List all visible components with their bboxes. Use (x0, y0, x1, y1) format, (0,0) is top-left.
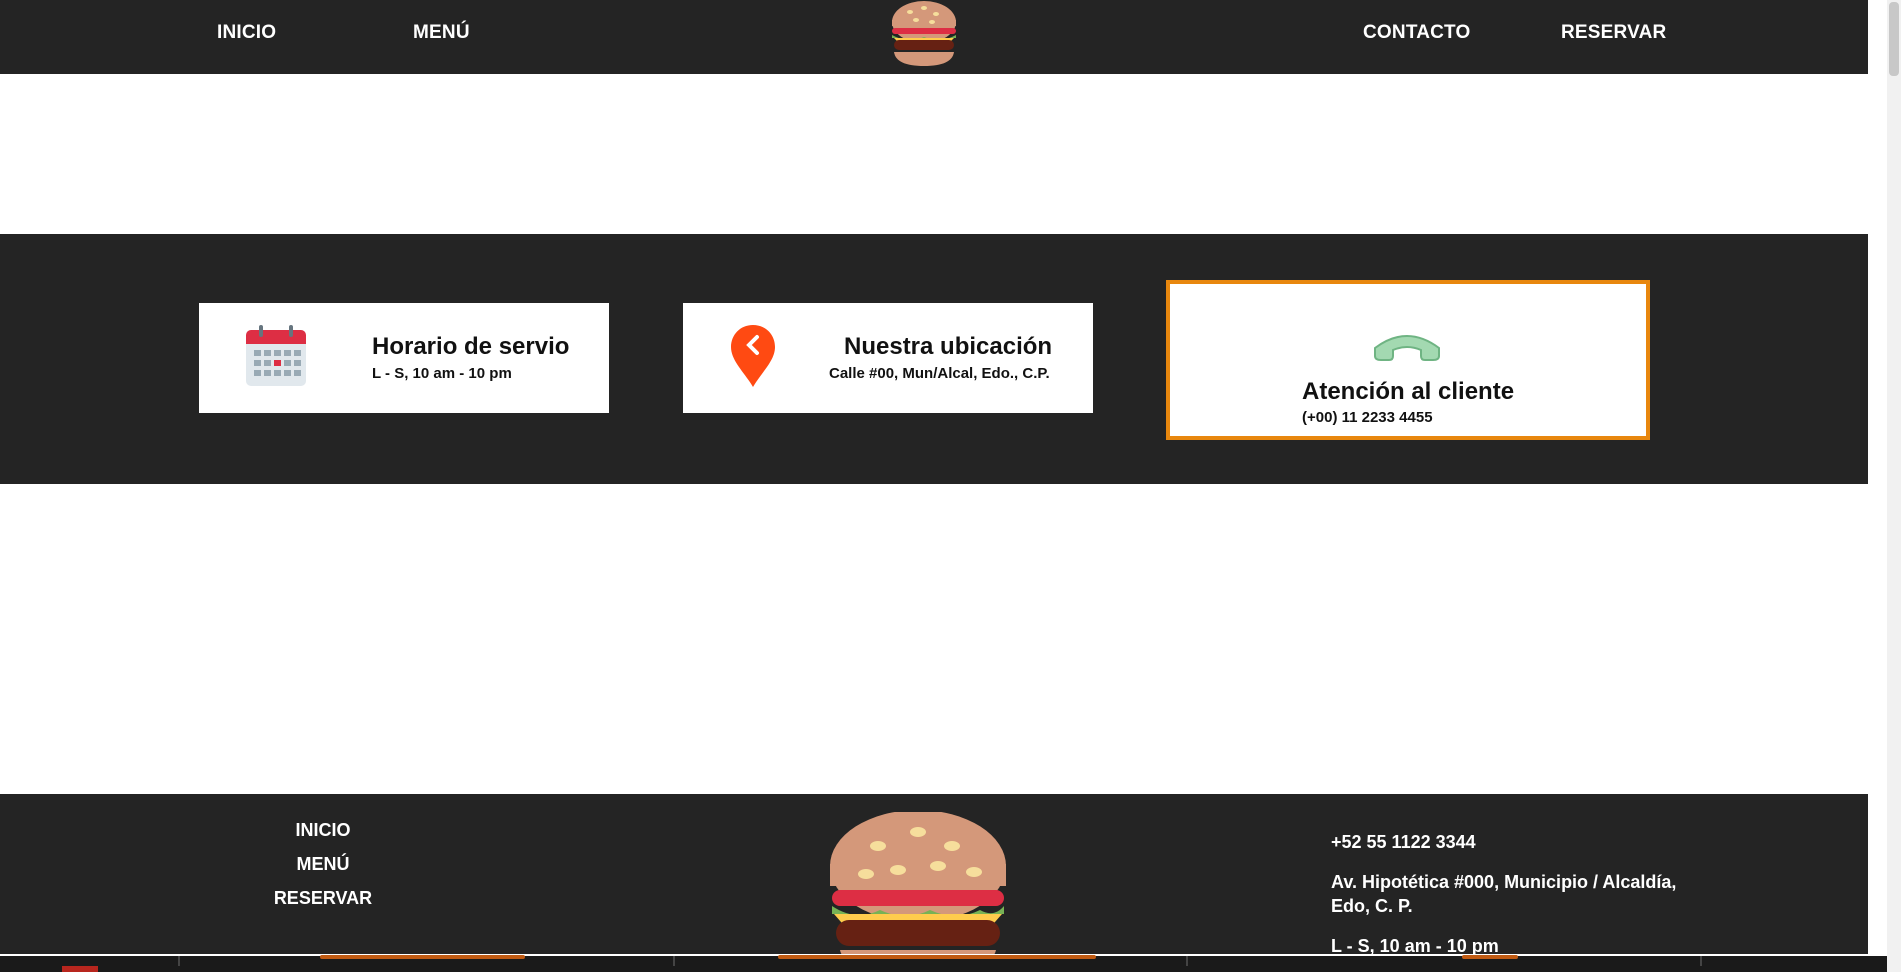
customer-service-card[interactable]: Atención al cliente (+00) 11 2233 4455 (1166, 280, 1650, 440)
location-pin-icon (731, 325, 775, 387)
hours-card[interactable]: Horario de servio L - S, 10 am - 10 pm (199, 303, 609, 413)
footer-reservar-link[interactable]: RESERVAR (243, 888, 403, 909)
footer-menu-link[interactable]: MENÚ (243, 854, 403, 875)
scrollbar[interactable] (1887, 0, 1901, 972)
footer-phone: +52 55 1122 3344 (1331, 832, 1476, 852)
calendar-icon (246, 325, 306, 386)
hours-subtitle: L - S, 10 am - 10 pm (372, 365, 512, 382)
strip-divider (1700, 956, 1702, 966)
burger-icon[interactable] (888, 0, 960, 68)
strip-divider (673, 956, 675, 966)
customer-service-title: Atención al cliente (1302, 378, 1515, 405)
nav-reservar-link[interactable]: RESERVAR (1561, 22, 1666, 44)
burger-icon (830, 812, 1006, 972)
location-subtitle: Calle #00, Mun/Alcal, Edo., C.P. (829, 365, 1050, 382)
strip-accent (320, 955, 525, 959)
location-card[interactable]: Nuestra ubicación Calle #00, Mun/Alcal, … (683, 303, 1093, 413)
nav-menu-link[interactable]: MENÚ (413, 22, 470, 44)
top-navbar: INICIO MENÚ CONTACTO RESERVAR (0, 0, 1868, 74)
strip-divider (1186, 956, 1188, 966)
hours-title: Horario de servio (372, 333, 570, 360)
footer-address-line1: Av. Hipotética #000, Municipio / Alcaldí… (1331, 872, 1677, 892)
nav-contacto-link[interactable]: CONTACTO (1363, 22, 1471, 44)
footer-inicio-link[interactable]: INICIO (243, 820, 403, 841)
bottom-accent (62, 966, 98, 972)
location-title: Nuestra ubicación (844, 333, 1053, 360)
strip-divider (178, 956, 180, 966)
footer-address-line2: Edo, C. P. (1331, 896, 1413, 916)
customer-service-phone: (+00) 11 2233 4455 (1302, 409, 1433, 426)
nav-inicio-link[interactable]: INICIO (217, 22, 276, 44)
page: INICIO MENÚ CONTACTO RESERVAR Horario de… (0, 0, 1901, 972)
scrollbar-thumb[interactable] (1889, 2, 1899, 76)
phone-icon (1374, 335, 1440, 361)
strip-accent (1462, 955, 1518, 959)
strip-accent (778, 955, 1096, 959)
